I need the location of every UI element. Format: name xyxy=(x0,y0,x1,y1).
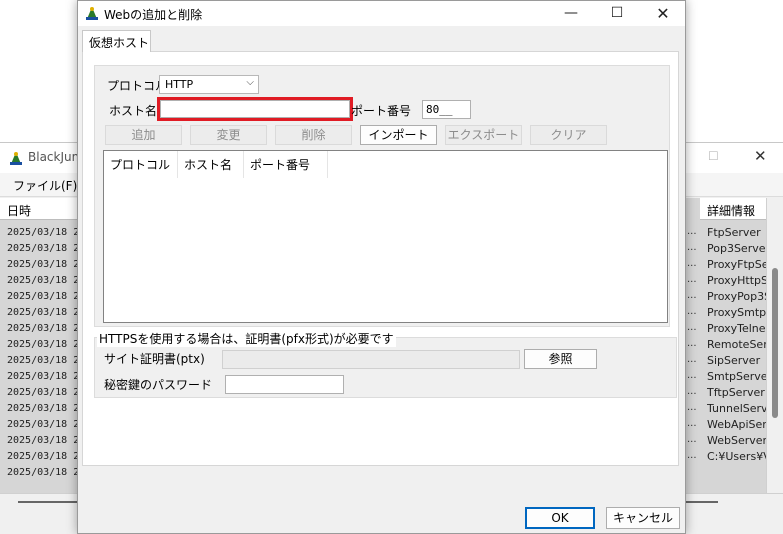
host-settings-group: プロトコル HTTP ⌵ ホスト名 ポート番号 追加 変更 削除 インポート エ… xyxy=(94,65,670,327)
truncation-dots: ... xyxy=(687,338,697,349)
log-row-detail[interactable]: RemoteServ xyxy=(707,338,767,351)
delete-button[interactable]: 削除 xyxy=(275,125,352,145)
column-header-detail[interactable]: 詳細情報 xyxy=(700,198,766,220)
log-row-detail[interactable]: SmtpServer xyxy=(707,370,767,383)
truncation-dots: ... xyxy=(687,258,697,269)
host-label: ホスト名 xyxy=(109,104,158,118)
log-row-date[interactable]: 2025/03/18 2 xyxy=(7,355,77,366)
truncation-dots: ... xyxy=(687,274,697,285)
log-row-date[interactable]: 2025/03/18 2 xyxy=(7,323,77,334)
password-input[interactable] xyxy=(225,375,344,394)
close-icon[interactable]: ✕ xyxy=(640,1,686,26)
truncation-dots: ... xyxy=(687,418,697,429)
truncation-dots: ... xyxy=(687,354,697,365)
column-header-port[interactable]: ポート番号 xyxy=(244,151,328,178)
app-icon xyxy=(10,152,22,165)
export-button[interactable]: エクスポート xyxy=(445,125,522,145)
add-button[interactable]: 追加 xyxy=(105,125,182,145)
chevron-down-icon: ⌵ xyxy=(246,77,254,88)
https-caption: HTTPSを使用する場合は、証明書(pfx形式)が必要です xyxy=(97,330,396,347)
browse-button[interactable]: 参照 xyxy=(524,349,597,369)
truncation-dots: ... xyxy=(687,290,697,301)
log-row-date[interactable]: 2025/03/18 2 xyxy=(7,451,77,462)
tab-panel: プロトコル HTTP ⌵ ホスト名 ポート番号 追加 変更 削除 インポート エ… xyxy=(82,51,679,466)
host-input-highlight xyxy=(157,97,353,121)
app-icon xyxy=(86,7,98,20)
change-button[interactable]: 変更 xyxy=(190,125,267,145)
clear-button[interactable]: クリア xyxy=(530,125,607,145)
log-row-detail[interactable]: C:¥Users¥V xyxy=(707,450,767,463)
log-row-date[interactable]: 2025/03/18 2 xyxy=(7,307,77,318)
log-row-date[interactable]: 2025/03/18 2 xyxy=(7,387,77,398)
log-row-detail[interactable]: ProxyTelne xyxy=(707,322,767,335)
log-row-detail[interactable]: ProxyHttpS xyxy=(707,274,767,287)
web-add-remove-dialog: Webの追加と削除 — ☐ ✕ 仮想ホスト プロトコル HTTP ⌵ ホスト名 … xyxy=(77,0,686,534)
log-row-detail[interactable]: TunnelServ xyxy=(707,402,767,415)
log-row-date[interactable]: 2025/03/18 2 xyxy=(7,259,77,270)
log-row-date[interactable]: 2025/03/18 2 xyxy=(7,467,77,478)
truncation-dots: ... xyxy=(687,386,697,397)
truncation-dots: ... xyxy=(687,434,697,445)
background-window-title: BlackJum xyxy=(28,150,84,164)
log-row-date[interactable]: 2025/03/18 2 xyxy=(7,403,77,414)
log-row-detail[interactable]: TftpServer xyxy=(707,386,767,399)
column-header-protocol[interactable]: プロトコル xyxy=(104,151,178,178)
log-row-date[interactable]: 2025/03/18 2 xyxy=(7,291,77,302)
protocol-select[interactable]: HTTP ⌵ xyxy=(159,75,259,94)
column-header-host[interactable]: ホスト名 xyxy=(178,151,244,178)
cert-label: サイト証明書(ptx) xyxy=(104,352,205,366)
truncation-dots: ... xyxy=(687,226,697,237)
log-row-date[interactable]: 2025/03/18 2 xyxy=(7,339,77,350)
tab-virtual-host[interactable]: 仮想ホスト xyxy=(82,30,151,52)
log-row-date[interactable]: 2025/03/18 2 xyxy=(7,243,77,254)
truncation-dots: ... xyxy=(687,370,697,381)
scrollbar-thumb[interactable] xyxy=(772,268,778,418)
log-row-date[interactable]: 2025/03/18 2 xyxy=(7,275,77,286)
column-header-date[interactable]: 日時 xyxy=(0,198,77,220)
maximize-icon[interactable]: ☐ xyxy=(594,1,640,26)
close-icon[interactable]: ✕ xyxy=(754,147,767,165)
log-row-detail[interactable]: WebApiServ xyxy=(707,418,767,431)
truncation-dots: ... xyxy=(687,402,697,413)
maximize-icon[interactable]: ☐ xyxy=(708,149,719,163)
log-row-detail[interactable]: ProxySmtpS xyxy=(707,306,767,319)
vertical-scrollbar[interactable] xyxy=(766,198,783,493)
log-row-detail[interactable]: ProxyFtpSe xyxy=(707,258,767,271)
host-input[interactable] xyxy=(160,100,350,118)
truncation-dots: ... xyxy=(687,450,697,461)
log-row-detail[interactable]: WebServer xyxy=(707,434,767,447)
log-row-detail[interactable]: ProxyPop3S xyxy=(707,290,767,303)
log-row-detail[interactable]: SipServer xyxy=(707,354,767,367)
log-row-date[interactable]: 2025/03/18 2 xyxy=(7,227,77,238)
ok-button[interactable]: OK xyxy=(525,507,595,529)
protocol-value: HTTP xyxy=(165,78,194,91)
truncation-dots: ... xyxy=(687,322,697,333)
log-row-detail[interactable]: Pop3Server xyxy=(707,242,767,255)
dialog-titlebar: Webの追加と削除 — ☐ ✕ xyxy=(78,1,685,26)
cancel-button[interactable]: キャンセル xyxy=(606,507,680,529)
port-label: ポート番号 xyxy=(351,104,412,118)
truncation-dots: ... xyxy=(687,306,697,317)
log-row-detail[interactable]: FtpServer xyxy=(707,226,767,239)
minimize-icon[interactable]: — xyxy=(548,1,594,26)
cert-path-input xyxy=(222,350,520,369)
dialog-title: Webの追加と削除 xyxy=(104,8,203,22)
log-row-date[interactable]: 2025/03/18 2 xyxy=(7,419,77,430)
port-input[interactable] xyxy=(422,100,471,119)
log-row-date[interactable]: 2025/03/18 2 xyxy=(7,435,77,446)
log-row-date[interactable]: 2025/03/18 2 xyxy=(7,371,77,382)
protocol-label: プロトコル xyxy=(107,79,168,93)
password-label: 秘密鍵のパスワード xyxy=(104,378,213,392)
host-list[interactable]: プロトコル ホスト名 ポート番号 xyxy=(103,150,668,323)
truncation-dots: ... xyxy=(687,242,697,253)
import-button[interactable]: インポート xyxy=(360,125,437,145)
menu-file[interactable]: ファイル(F) xyxy=(13,177,77,194)
